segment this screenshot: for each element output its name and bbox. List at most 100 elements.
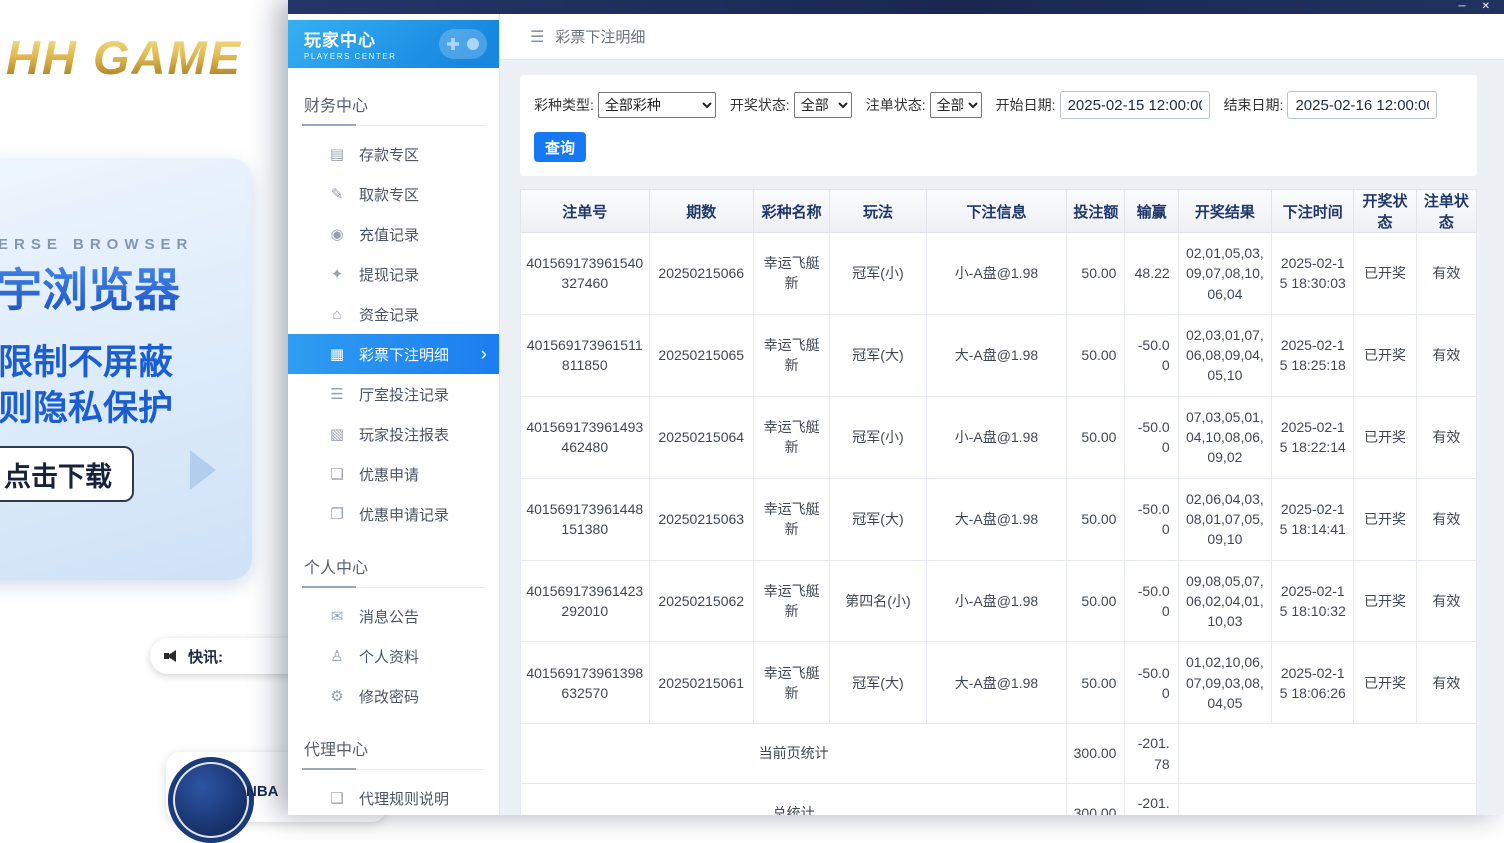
table-cell: 401569173961398632570 — [521, 642, 650, 724]
sidebar-item-label: 彩票下注明细 — [359, 344, 449, 365]
nba-team-logo — [168, 757, 254, 843]
table-cell: 有效 — [1416, 478, 1476, 560]
table-cell: 冠军(大) — [830, 478, 926, 560]
promo-apply-record-icon: ❐ — [328, 505, 346, 523]
bet-status-label: 注单状态: — [866, 95, 926, 115]
sidebar-item-recharge-records[interactable]: ◉充值记录 — [288, 214, 499, 254]
table-cell: 幸运飞艇新 — [753, 314, 829, 396]
column-header: 投注额 — [1067, 190, 1125, 233]
sidebar-header: 玩家中心 PLAYERS CENTER — [288, 20, 499, 68]
summary-label: 总统计 — [521, 783, 1067, 815]
table-cell: 50.00 — [1067, 314, 1125, 396]
sidebar-item-label: 取款专区 — [359, 184, 419, 205]
funds-record-icon: ⌂ — [328, 306, 346, 323]
table-cell: 50.00 — [1067, 642, 1125, 724]
table-cell: 02,03,01,07,06,08,09,04,05,10 — [1178, 314, 1271, 396]
nba-label: NBA — [246, 783, 279, 800]
menu-icon[interactable]: ☰ — [530, 27, 544, 47]
query-button[interactable]: 查询 — [534, 132, 586, 162]
sidebar-item-messages[interactable]: ✉消息公告 — [288, 596, 499, 636]
table-cell: 已开奖 — [1354, 478, 1416, 560]
players-center-window: ─ ✕ 玩家中心 PLAYERS CENTER 财务中心▤存款专区✎取款专区◉充… — [288, 0, 1504, 815]
minimize-icon[interactable]: ─ — [1459, 2, 1466, 12]
column-header: 注单号 — [521, 190, 650, 233]
table-cell: 幸运飞艇新 — [753, 560, 829, 642]
start-date-label: 开始日期: — [996, 95, 1056, 115]
sidebar-item-promo-apply-records[interactable]: ❐ 优惠申请记录 — [288, 494, 499, 534]
draw-status-select[interactable]: 全部 — [794, 92, 852, 118]
banner-tagline: ERSE BROWSER — [0, 236, 193, 253]
table-cell: 09,08,05,07,06,02,04,01,10,03 — [1178, 560, 1271, 642]
table-cell: 小-A盘@1.98 — [926, 396, 1067, 478]
table-cell: -50.00 — [1125, 478, 1178, 560]
table-cell: 有效 — [1416, 642, 1476, 724]
table-cell: 48.22 — [1125, 233, 1178, 315]
start-date-input[interactable] — [1060, 91, 1210, 119]
table-cell: 有效 — [1416, 560, 1476, 642]
table-cell: 小-A盘@1.98 — [926, 233, 1067, 315]
download-button[interactable]: 点击下载 — [0, 446, 134, 502]
table-cell: 第四名(小) — [830, 560, 926, 642]
sidebar-item-funds-records[interactable]: ⌂资金记录 — [288, 294, 499, 334]
bet-status-select[interactable]: 全部 — [930, 92, 982, 118]
sidebar-item-player-bet-report[interactable]: ▧玩家投注报表 — [288, 414, 499, 454]
document-icon: ❑ — [328, 789, 346, 807]
table-cell: 2025-02-15 18:25:18 — [1272, 314, 1354, 396]
end-date-input[interactable] — [1287, 91, 1437, 119]
table-cell: 50.00 — [1067, 233, 1125, 315]
table-row: 40156917396151181185020250215065幸运飞艇新冠军(… — [521, 314, 1477, 396]
table-cell: 幸运飞艇新 — [753, 642, 829, 724]
table-row: 40156917396142329201020250215062幸运飞艇新第四名… — [521, 560, 1477, 642]
page-title: 彩票下注明细 — [555, 26, 645, 47]
lottery-type-select[interactable]: 全部彩种 — [598, 92, 716, 118]
summary-winloss-total: -201.78 — [1125, 783, 1178, 815]
withdrawal-record-icon: ✦ — [328, 265, 346, 283]
bets-table-wrap: 注单号期数彩种名称玩法下注信息投注额输赢开奖结果下注时间开奖状态注单状态4015… — [520, 189, 1477, 815]
table-row: 40156917396144815138020250215063幸运飞艇新冠军(… — [521, 478, 1477, 560]
sidebar-item-withdraw[interactable]: ✎取款专区 — [288, 174, 499, 214]
column-header: 下注时间 — [1272, 190, 1354, 233]
summary-label: 当前页统计 — [521, 724, 1067, 784]
sidebar-item-label: 优惠申请记录 — [359, 504, 449, 525]
sidebar-item-agent-rules[interactable]: ❑代理规则说明 — [288, 778, 499, 815]
sidebar-item-label: 厅室投注记录 — [359, 384, 449, 405]
content-header: ☰ 彩票下注明细 — [500, 14, 1504, 60]
site-logo: HH GAME — [6, 30, 242, 85]
column-header: 彩种名称 — [753, 190, 829, 233]
table-cell: 幸运飞艇新 — [753, 478, 829, 560]
table-cell: 小-A盘@1.98 — [926, 560, 1067, 642]
close-icon[interactable]: ✕ — [1482, 2, 1490, 12]
table-cell: 已开奖 — [1354, 314, 1416, 396]
column-header: 开奖状态 — [1354, 190, 1416, 233]
sidebar-item-profile[interactable]: ♙个人资料 — [288, 636, 499, 676]
table-cell: 冠军(大) — [830, 642, 926, 724]
main-content: ☰ 彩票下注明细 彩种类型: 全部彩种 开奖状态: — [500, 14, 1504, 815]
table-cell: 20250215064 — [649, 396, 753, 478]
table-cell: 2025-02-15 18:14:41 — [1272, 478, 1354, 560]
table-cell: 已开奖 — [1354, 642, 1416, 724]
table-cell: 冠军(小) — [830, 396, 926, 478]
table-cell: 有效 — [1416, 396, 1476, 478]
table-cell: 401569173961423292010 — [521, 560, 650, 642]
sidebar-item-lottery-bet-details[interactable]: ▦彩票下注明细› — [288, 334, 499, 374]
table-cell: 2025-02-15 18:10:32 — [1272, 560, 1354, 642]
table-cell: 20250215061 — [649, 642, 753, 724]
sidebar-item-change-password[interactable]: ⚙修改密码 — [288, 676, 499, 716]
table-cell: 02,01,05,03,09,07,08,10,06,04 — [1178, 233, 1271, 315]
sidebar-item-promo-apply[interactable]: ❏优惠申请 — [288, 454, 499, 494]
sidebar-item-label: 个人资料 — [359, 646, 419, 667]
table-cell: -50.00 — [1125, 642, 1178, 724]
window-titlebar: ─ ✕ — [288, 0, 1504, 14]
sidebar-item-label: 存款专区 — [359, 144, 419, 165]
sidebar-section-title: 个人中心 — [302, 546, 485, 588]
sidebar-item-withdrawal-records[interactable]: ✦提现记录 — [288, 254, 499, 294]
player-bet-report-icon: ▧ — [328, 425, 346, 443]
promo-banner: ERSE BROWSER 宇浏览器 限制不屏蔽 则隐私保护 点击下载 — [0, 158, 252, 580]
promo-apply-icon: ❏ — [328, 465, 346, 483]
column-header: 期数 — [649, 190, 753, 233]
lottery-type-label: 彩种类型: — [534, 95, 594, 115]
chevron-right-icon: › — [481, 345, 487, 364]
sidebar-item-hall-bet-records[interactable]: ☰厅室投注记录 — [288, 374, 499, 414]
recharge-record-icon: ◉ — [328, 225, 346, 243]
sidebar-item-deposit[interactable]: ▤存款专区 — [288, 134, 499, 174]
